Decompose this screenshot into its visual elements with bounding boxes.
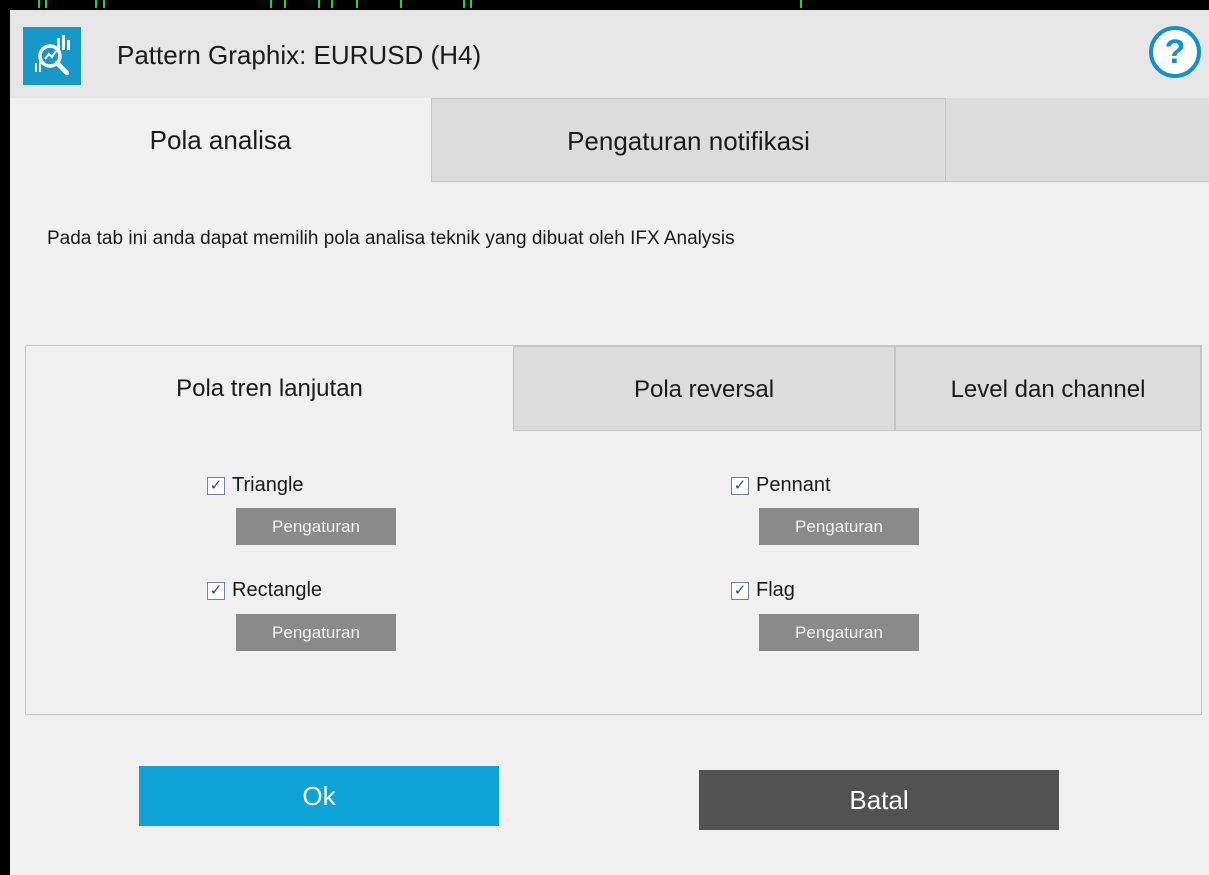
rectangle-checkbox-row[interactable]: ✓ Rectangle	[207, 579, 322, 602]
triangle-checkbox-row[interactable]: ✓ Triangle	[207, 474, 304, 497]
pattern-graphix-dialog: Pattern Graphix: EURUSD (H4) ? Pola anal…	[10, 10, 1209, 875]
pennant-checkbox-row[interactable]: ✓ Pennant	[731, 474, 831, 497]
pattern-panel: Pola tren lanjutan Pola reversal Level d…	[25, 345, 1202, 715]
tab-description: Pada tab ini anda dapat memilih pola ana…	[47, 228, 735, 249]
rectangle-label: Rectangle	[232, 579, 323, 601]
background-chart-strip	[0, 0, 1209, 10]
flag-checkbox[interactable]: ✓	[731, 581, 749, 600]
triangle-settings-button[interactable]: Pengaturan	[236, 508, 396, 545]
pennant-label: Pennant	[756, 474, 831, 496]
title-bar: Pattern Graphix: EURUSD (H4) ?	[10, 10, 1209, 99]
triangle-checkbox[interactable]: ✓	[207, 476, 225, 495]
ok-button[interactable]: Ok	[139, 766, 499, 826]
tab-pola-reversal[interactable]: Pola reversal	[513, 346, 895, 431]
tab-pengaturan-notifikasi[interactable]: Pengaturan notifikasi	[431, 98, 946, 182]
flag-settings-button[interactable]: Pengaturan	[759, 614, 919, 651]
tab-level-dan-channel[interactable]: Level dan channel	[895, 346, 1201, 431]
background-chart-edge	[0, 10, 10, 875]
help-icon[interactable]: ?	[1149, 26, 1201, 78]
tab-strip-filler	[946, 98, 1209, 182]
pattern-analysis-icon	[23, 27, 81, 85]
triangle-label: Triangle	[232, 474, 304, 496]
rectangle-settings-button[interactable]: Pengaturan	[236, 614, 396, 651]
window-title: Pattern Graphix: EURUSD (H4)	[117, 40, 482, 70]
pennant-checkbox[interactable]: ✓	[731, 476, 749, 495]
flag-checkbox-row[interactable]: ✓ Flag	[731, 579, 795, 602]
rectangle-checkbox[interactable]: ✓	[207, 581, 225, 600]
tab-pola-analisa[interactable]: Pola analisa	[10, 98, 431, 182]
flag-label: Flag	[756, 579, 795, 601]
cancel-button[interactable]: Batal	[699, 770, 1059, 830]
pennant-settings-button[interactable]: Pengaturan	[759, 508, 919, 545]
tab-pola-tren-lanjutan[interactable]: Pola tren lanjutan	[26, 346, 513, 431]
